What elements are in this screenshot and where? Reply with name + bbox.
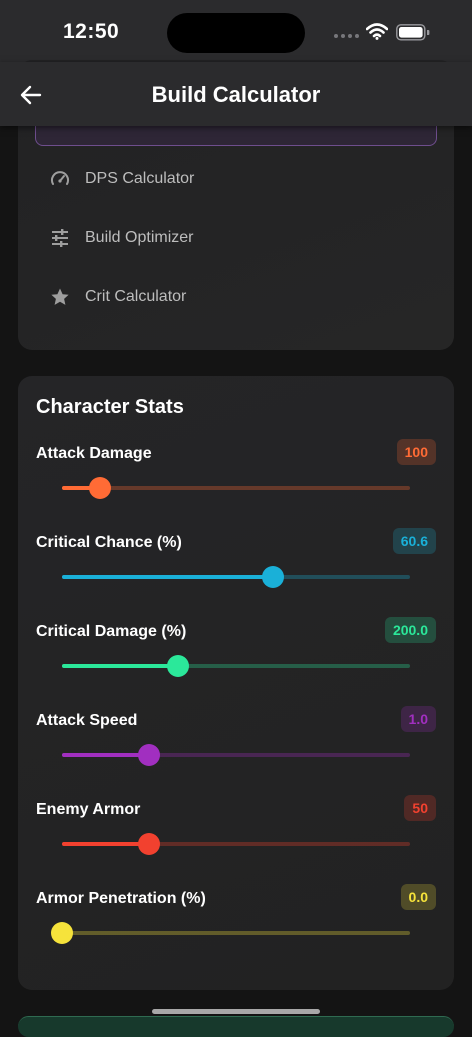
stat-label: Armor Penetration (%)	[36, 890, 206, 907]
card-title: Character Stats	[36, 396, 184, 418]
home-indicator	[152, 1009, 320, 1014]
critical-damage-slider[interactable]	[62, 655, 410, 677]
page-title: Build Calculator	[151, 82, 321, 107]
stat-armor-penetration: Armor Penetration (%) 0.0	[18, 884, 454, 979]
slider-fill	[62, 575, 273, 579]
stat-value-badge: 0.0	[400, 884, 436, 910]
slider-thumb[interactable]	[51, 922, 73, 944]
armor-penetration-slider[interactable]	[51, 922, 410, 944]
dynamic-island	[167, 13, 305, 53]
cellular-signal-icon	[334, 34, 359, 38]
stat-value-badge: 1.0	[400, 706, 436, 732]
menu-item-crit-calculator[interactable]: Crit Calculator	[50, 284, 186, 310]
enemy-armor-slider[interactable]	[62, 833, 410, 855]
slider-fill	[62, 842, 149, 846]
menu-item-dps-calculator[interactable]: DPS Calculator	[50, 166, 194, 192]
menu-item-label: Crit Calculator	[85, 288, 187, 305]
slider-thumb[interactable]	[166, 655, 189, 677]
stat-critical-chance: Critical Chance (%) 60.6	[18, 528, 454, 623]
stat-value-badge: 100	[396, 439, 436, 465]
status-time: 12:50	[63, 20, 120, 43]
menu-item-build-optimizer[interactable]: Build Optimizer	[50, 225, 193, 251]
battery-icon	[396, 24, 430, 41]
stat-label: Attack Speed	[36, 712, 138, 729]
stat-attack-damage: Attack Damage 100	[18, 439, 454, 534]
menu-item-label: Build Optimizer	[85, 229, 194, 246]
slider-fill	[62, 664, 178, 668]
slider-thumb[interactable]	[89, 477, 112, 499]
slider-fill	[62, 753, 149, 757]
app-bar: Build Calculator	[0, 62, 472, 126]
speedometer-icon	[50, 169, 70, 189]
stat-label: Enemy Armor	[36, 801, 141, 818]
star-icon	[50, 287, 70, 307]
stat-critical-damage: Critical Damage (%) 200.0	[18, 617, 454, 712]
stat-label: Critical Chance (%)	[36, 534, 182, 551]
attack-speed-slider[interactable]	[62, 744, 410, 766]
slider-thumb[interactable]	[138, 744, 160, 766]
tune-sliders-icon	[50, 228, 70, 248]
menu-item-label: DPS Calculator	[85, 170, 195, 187]
stat-label: Critical Damage (%)	[36, 623, 187, 640]
stat-value-badge: 50	[404, 795, 436, 821]
next-card	[18, 1016, 454, 1037]
attack-damage-slider[interactable]	[62, 477, 410, 499]
slider-thumb[interactable]	[261, 566, 284, 588]
wifi-icon	[366, 23, 388, 40]
status-bar: 12:50	[0, 0, 472, 62]
stat-enemy-armor: Enemy Armor 50	[18, 795, 454, 890]
critical-chance-slider[interactable]	[62, 566, 410, 588]
character-stats-card: Character Stats Attack Damage 100 Critic…	[18, 376, 454, 990]
stat-value-badge: 200.0	[384, 617, 436, 643]
slider-thumb[interactable]	[138, 833, 160, 855]
stat-label: Attack Damage	[36, 445, 152, 462]
stat-attack-speed: Attack Speed 1.0	[18, 706, 454, 801]
stat-value-badge: 60.6	[392, 528, 436, 554]
